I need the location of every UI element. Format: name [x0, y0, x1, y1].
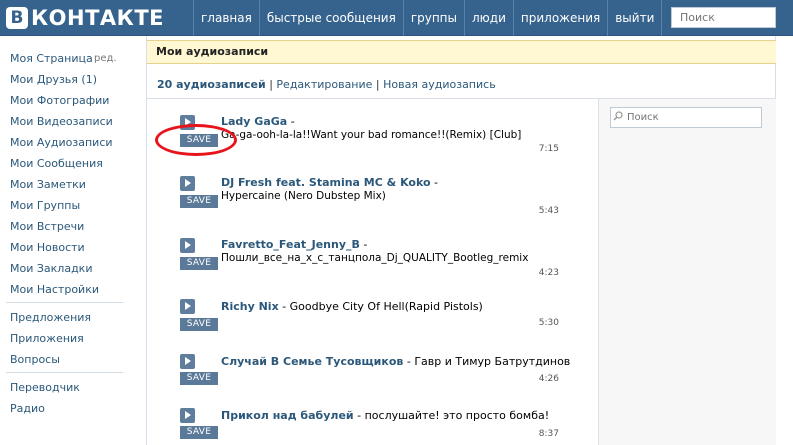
track-title: послушайте! это просто бомба!	[364, 409, 550, 422]
track-dash: -	[359, 238, 368, 251]
track-duration: 5:30	[538, 318, 559, 328]
audio-list: SAVE Lady GaGa - Ga-ga-ooh-la-la!!Want y…	[147, 98, 599, 445]
track-duration: 7:15	[538, 144, 559, 154]
play-icon[interactable]	[180, 238, 195, 253]
track-dash: -	[430, 176, 439, 189]
save-button[interactable]: SAVE	[180, 257, 218, 270]
audio-search-input[interactable]	[610, 107, 762, 128]
sidebar-item-groups[interactable]: Мои Группы	[10, 199, 80, 212]
track-duration: 4:23	[538, 268, 559, 278]
vkontakte-logo[interactable]: В КОНТАКТЕ	[6, 6, 164, 30]
sidebar-edit-link[interactable]: ред.	[94, 53, 117, 64]
nav-home[interactable]: главная	[193, 0, 259, 36]
nav-people[interactable]: люди	[464, 0, 513, 36]
track-title: Гавр и Тимур Батрутдинов	[414, 355, 571, 368]
track-artist[interactable]: DJ Fresh feat. Stamina MC & Koko -	[221, 176, 438, 189]
track-dash: -	[278, 300, 290, 313]
sidebar-item-photos[interactable]: Мои Фотографии	[10, 94, 109, 107]
save-button[interactable]: SAVE	[180, 372, 218, 385]
play-icon[interactable]	[180, 299, 195, 314]
track-title: Goodbye City Of Hell(Rapid Pistols)	[289, 300, 483, 313]
sidebar-item-bookmarks[interactable]: Мои Закладки	[10, 262, 92, 275]
play-icon[interactable]	[180, 115, 195, 130]
play-icon[interactable]	[180, 176, 195, 191]
edit-link[interactable]: Редактирование	[276, 78, 372, 91]
search-icon	[613, 111, 623, 121]
track-duration: 4:26	[538, 374, 559, 384]
track-dash: -	[287, 115, 295, 128]
track-artist[interactable]: Richy Nix - Goodbye City Of Hell(Rapid P…	[221, 300, 483, 313]
track-title: Hypercaine (Nero Dubstep Mix)	[221, 190, 386, 202]
sidebar-item-news[interactable]: Мои Новости	[10, 241, 85, 254]
subnav-separator: |	[375, 78, 380, 91]
top-search-input[interactable]	[671, 7, 776, 28]
subnav-separator: |	[269, 78, 273, 91]
save-button[interactable]: SAVE	[180, 195, 218, 208]
sidebar-divider	[6, 302, 123, 303]
save-button[interactable]: SAVE	[180, 134, 218, 147]
sidebar-item-settings[interactable]: Мои Настройки	[10, 283, 99, 296]
sidebar-item-friends[interactable]: Мои Друзья (1)	[10, 73, 97, 86]
artist-name[interactable]: Прикол над бабулей	[221, 409, 354, 422]
nav-logout[interactable]: выйти	[607, 0, 663, 36]
track-dash: -	[403, 355, 415, 368]
top-nav: главная быстрые сообщения группы люди пр…	[193, 0, 663, 36]
new-audio-link[interactable]: Новая аудиозапись	[383, 78, 496, 91]
track-title: Ga-ga-ooh-la-la!!Want your bad romance!!…	[221, 129, 522, 141]
main-content: Мои аудиозаписи 20 аудиозаписей | Редакт…	[146, 36, 776, 445]
track-duration: 8:37	[538, 429, 559, 439]
track-artist[interactable]: Lady GaGa -	[221, 115, 295, 128]
sidebar-item-applications[interactable]: Приложения	[10, 332, 84, 345]
save-button[interactable]: SAVE	[180, 318, 218, 331]
sidebar-item-videos[interactable]: Мои Видеозаписи	[10, 115, 113, 128]
artist-name[interactable]: Lady GaGa	[221, 115, 287, 128]
play-icon[interactable]	[180, 354, 195, 369]
logo-text: КОНТАКТЕ	[31, 6, 165, 30]
audio-subnav: 20 аудиозаписей | Редактирование | Новая…	[157, 78, 496, 91]
page-title: Мои аудиозаписи	[147, 40, 776, 64]
sidebar-item-my-page[interactable]: Моя Страница	[10, 52, 93, 65]
track-artist[interactable]: Прикол над бабулей - послушайте! это про…	[221, 409, 549, 422]
save-button[interactable]: SAVE	[180, 426, 218, 439]
top-header: В КОНТАКТЕ главная быстрые сообщения гру…	[0, 0, 793, 36]
sidebar-item-notes[interactable]: Мои Заметки	[10, 178, 86, 191]
sidebar-item-messages[interactable]: Мои Сообщения	[10, 157, 103, 170]
artist-name[interactable]: Favretto_Feat_Jenny_B	[221, 238, 360, 251]
nav-groups[interactable]: группы	[402, 0, 464, 36]
sidebar-item-audio[interactable]: Мои Аудиозаписи	[10, 136, 113, 149]
artist-name[interactable]: Richy Nix	[221, 300, 279, 313]
track-dash: -	[353, 409, 365, 422]
track-artist[interactable]: Случай В Семье Тусовщиков - Гавр и Тимур…	[221, 355, 570, 368]
sidebar-item-offers[interactable]: Предложения	[10, 311, 91, 324]
nav-quick-messages[interactable]: быстрые сообщения	[258, 0, 403, 36]
play-icon[interactable]	[180, 408, 195, 423]
sidebar-item-translator[interactable]: Переводчик	[10, 381, 80, 394]
sidebar-divider	[6, 372, 123, 373]
sidebar-item-radio[interactable]: Радио	[10, 402, 45, 415]
audio-count-link[interactable]: 20 аудиозаписей	[157, 78, 266, 91]
track-title: Пошли_все_на_х_с_танцпола_Dj_QUALITY_Boo…	[221, 252, 529, 264]
artist-name[interactable]: Случай В Семье Тусовщиков	[221, 355, 403, 368]
sidebar-item-events[interactable]: Мои Встречи	[10, 220, 84, 233]
right-search-pane	[599, 98, 776, 445]
artist-name[interactable]: DJ Fresh feat. Stamina MC & Koko	[221, 176, 431, 189]
logo-mark: В	[6, 7, 28, 29]
track-duration: 5:43	[538, 206, 559, 216]
nav-apps[interactable]: приложения	[512, 0, 607, 36]
track-artist[interactable]: Favretto_Feat_Jenny_B -	[221, 238, 367, 251]
sidebar-item-questions[interactable]: Вопросы	[10, 353, 60, 366]
